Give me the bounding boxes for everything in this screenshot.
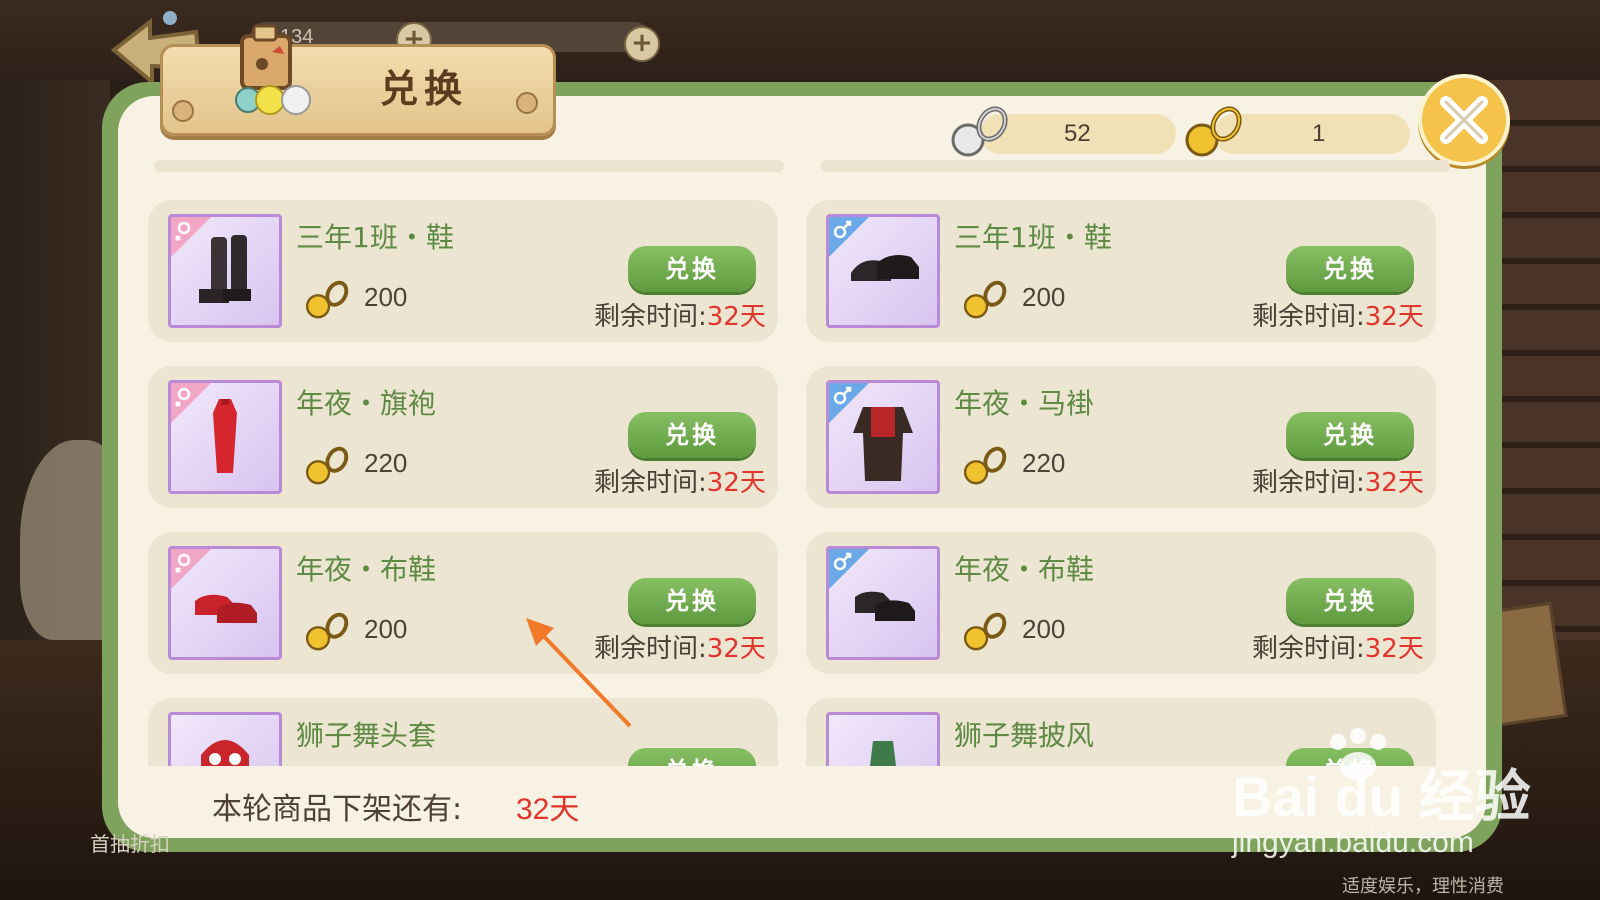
- item-thumbnail: [168, 214, 282, 328]
- exchange-button[interactable]: 兑换: [1286, 412, 1414, 458]
- item-price: 220: [364, 448, 408, 478]
- item-thumbnail: [168, 546, 282, 660]
- list-item[interactable]: 狮子舞头套 兑换: [148, 698, 778, 766]
- list-item[interactable]: 三年1班・鞋 200 兑换 剩余时间:32天: [806, 200, 1436, 342]
- exchange-button[interactable]: 兑换: [628, 748, 756, 766]
- remaining-time-days: 32天: [1364, 468, 1424, 498]
- exchange-machine-icon: [235, 24, 311, 115]
- remaining-time: 剩余时间:32天: [1252, 462, 1424, 499]
- female-symbol-icon: [171, 383, 211, 423]
- remaining-time-days: 32天: [706, 634, 766, 664]
- item-price: 200: [364, 614, 408, 644]
- exchange-button[interactable]: 兑换: [628, 246, 756, 292]
- item-price: 200: [1022, 282, 1066, 312]
- remaining-time: 剩余时间:32天: [1252, 628, 1424, 665]
- remaining-time: 剩余时间:32天: [594, 296, 766, 333]
- first-draw-discount-label: 首抽折扣: [90, 832, 170, 856]
- gold-key-icon: [305, 280, 349, 319]
- remaining-time-days: 32天: [1364, 634, 1424, 664]
- baidu-jingyan-logo: Bai du 经验: [1232, 765, 1531, 828]
- male-symbol-icon: [829, 383, 869, 423]
- gold-key-icon: [963, 612, 1007, 651]
- list-row-edge: [820, 160, 1450, 172]
- male-symbol-icon: [829, 549, 869, 589]
- item-thumbnail: [826, 712, 940, 766]
- list-item[interactable]: 年夜・旗袍 220 兑换 剩余时间:32天: [148, 366, 778, 508]
- item-name: 三年1班・鞋: [296, 221, 454, 254]
- health-notice: 适度娱乐，理性消费: [1342, 876, 1504, 897]
- silver-currency-value: 52: [1064, 120, 1091, 147]
- exchange-button[interactable]: 兑换: [628, 578, 756, 624]
- male-symbol-icon: [829, 217, 869, 257]
- close-button[interactable]: [1418, 74, 1510, 166]
- remaining-time: 剩余时间:32天: [1252, 296, 1424, 333]
- plaque-pin: [172, 100, 194, 122]
- exchange-button[interactable]: 兑换: [1286, 578, 1414, 624]
- item-name: 狮子舞披风: [954, 719, 1095, 752]
- gold-key-icon: [1185, 106, 1242, 157]
- item-name: 年夜・马褂: [954, 387, 1095, 420]
- item-price: 200: [1022, 614, 1066, 644]
- lion-dance-cape-icon: [870, 741, 896, 766]
- silver-key-icon: [951, 106, 1008, 157]
- gold-currency-value: 1: [1312, 120, 1326, 147]
- item-thumbnail: [826, 214, 940, 328]
- remaining-time-label: 剩余时间:: [1252, 634, 1365, 664]
- exchange-button[interactable]: 兑换: [1286, 246, 1414, 292]
- item-name: 年夜・布鞋: [296, 553, 437, 586]
- remaining-time-label: 剩余时间:: [594, 302, 707, 332]
- item-thumbnail: [168, 380, 282, 494]
- item-thumbnail: [826, 546, 940, 660]
- item-name: 年夜・旗袍: [296, 387, 437, 420]
- remaining-time-days: 32天: [1364, 302, 1424, 332]
- watermark-url: jingyan.baidu.com: [1232, 826, 1474, 859]
- remaining-time-days: 32天: [706, 468, 766, 498]
- item-name: 三年1班・鞋: [954, 221, 1112, 254]
- item-price: 220: [1022, 448, 1066, 478]
- item-thumbnail: [826, 380, 940, 494]
- list-item[interactable]: 年夜・马褂 220 兑换 剩余时间:32天: [806, 366, 1436, 508]
- list-item[interactable]: 年夜・布鞋 200 兑换 剩余时间:32天: [806, 532, 1436, 674]
- female-symbol-icon: [171, 217, 211, 257]
- item-thumbnail: [168, 712, 282, 766]
- gold-key-icon: [305, 612, 349, 651]
- lion-dance-headgear-icon: [201, 740, 249, 766]
- list-row-edge: [154, 160, 784, 172]
- close-icon: [1440, 96, 1488, 144]
- list-item[interactable]: 年夜・布鞋 200 兑换 剩余时间:32天: [148, 532, 778, 674]
- remaining-time-days: 32天: [706, 302, 766, 332]
- remaining-time: 剩余时间:32天: [594, 462, 766, 499]
- remaining-time-label: 剩余时间:: [594, 468, 707, 498]
- delist-countdown-days: 32天: [516, 793, 580, 826]
- gold-key-icon: [963, 280, 1007, 319]
- title-plaque: [160, 44, 556, 136]
- gold-key-icon: [305, 446, 349, 485]
- plaque-pin: [516, 92, 538, 114]
- annotation-arrow-icon: [526, 618, 632, 728]
- item-name: 年夜・布鞋: [954, 553, 1095, 586]
- delist-countdown-label: 本轮商品下架还有:: [212, 792, 463, 827]
- add-gem-button[interactable]: +: [624, 26, 660, 62]
- exchange-button[interactable]: 兑换: [628, 412, 756, 458]
- female-symbol-icon: [171, 549, 211, 589]
- item-name: 狮子舞头套: [296, 719, 437, 752]
- remaining-time-label: 剩余时间:: [1252, 468, 1365, 498]
- gold-key-icon: [963, 446, 1007, 485]
- item-list[interactable]: 三年1班・鞋 200 兑换 剩余时间:32天 三年1班・鞋 200 兑换 剩余时…: [140, 160, 1460, 766]
- page-title: 兑换: [380, 67, 469, 111]
- remaining-time-label: 剩余时间:: [1252, 302, 1365, 332]
- item-price: 200: [364, 282, 408, 312]
- list-item[interactable]: 三年1班・鞋 200 兑换 剩余时间:32天: [148, 200, 778, 342]
